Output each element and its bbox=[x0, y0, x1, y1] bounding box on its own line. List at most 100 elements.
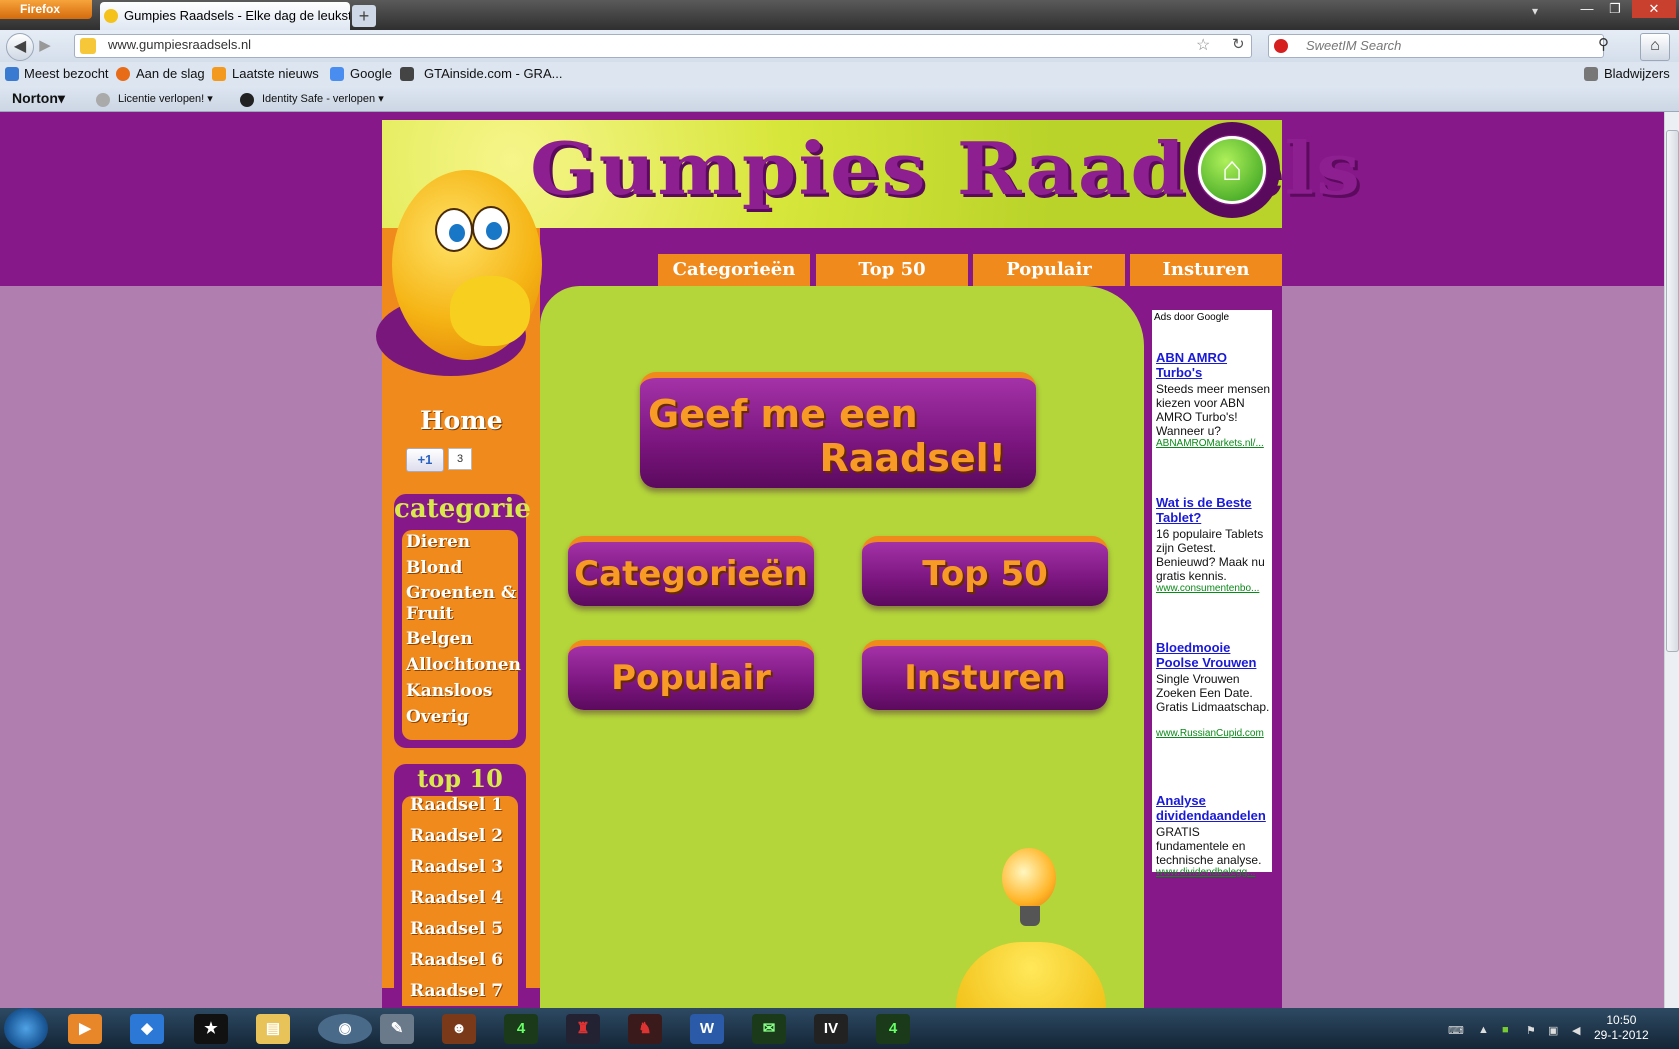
popular-button[interactable]: Populair bbox=[568, 640, 814, 710]
minimize-icon[interactable]: — bbox=[1574, 0, 1600, 18]
ad-url[interactable]: www.RussianCupid.com bbox=[1156, 728, 1274, 739]
category-link[interactable]: Groenten & Fruit bbox=[406, 583, 518, 625]
give-riddle-line1: Geef me een bbox=[648, 392, 918, 436]
keyboard-icon[interactable]: ⌨ bbox=[1448, 1024, 1464, 1037]
flag-icon[interactable]: ⚑ bbox=[1526, 1024, 1536, 1037]
bookmarks-menu[interactable]: Bladwijzers bbox=[1604, 66, 1670, 81]
category-link[interactable]: Dieren bbox=[406, 532, 470, 553]
volume-icon[interactable]: ◀ bbox=[1572, 1024, 1580, 1037]
submit-button[interactable]: Insturen bbox=[862, 640, 1108, 710]
nvidia-icon[interactable]: ■ bbox=[1502, 1024, 1509, 1036]
gta-icon[interactable]: ★ bbox=[194, 1014, 228, 1044]
close-icon[interactable]: ✕ bbox=[1632, 0, 1676, 18]
ad-url[interactable]: ABNAMROMarkets.nl/... bbox=[1156, 438, 1274, 449]
topnav-categorieen[interactable]: Categorieën bbox=[658, 254, 810, 286]
ad-title[interactable]: ABN AMRO Turbo's bbox=[1156, 350, 1274, 380]
norton-menu[interactable]: Norton▾ bbox=[12, 90, 65, 107]
category-link[interactable]: Allochtonen bbox=[406, 655, 521, 676]
taskbar-clock[interactable]: 10:50 29-1-2012 bbox=[1594, 1013, 1649, 1043]
top10-link[interactable]: Raadsel 3 bbox=[410, 857, 503, 877]
gta-icon[interactable]: 4 bbox=[876, 1014, 910, 1044]
category-link[interactable]: Belgen bbox=[406, 629, 473, 650]
bookmark-google[interactable]: Google bbox=[350, 66, 392, 81]
search-icon[interactable]: ⚲ bbox=[1598, 35, 1609, 53]
gumpie-favicon-icon bbox=[104, 9, 118, 23]
mascot-hand bbox=[450, 276, 530, 346]
ad-title[interactable]: Wat is de Beste Tablet? bbox=[1156, 495, 1274, 525]
ad-url[interactable]: www.dividendbelegg... bbox=[1156, 867, 1274, 878]
lock-icon bbox=[240, 93, 254, 107]
home-icon[interactable]: ⌂ bbox=[1640, 33, 1670, 61]
top10-link[interactable]: Raadsel 5 bbox=[410, 919, 503, 939]
categories-button[interactable]: Categorieën bbox=[568, 536, 814, 606]
topnav-top50[interactable]: Top 50 bbox=[816, 254, 968, 286]
top10-link[interactable]: Raadsel 2 bbox=[410, 826, 503, 846]
category-link[interactable]: Kansloos bbox=[406, 681, 492, 702]
home-link[interactable]: Home bbox=[420, 406, 503, 435]
search-input[interactable]: SweetIM Search bbox=[1306, 38, 1401, 53]
ad-url[interactable]: www.consumentenbo... bbox=[1156, 583, 1274, 594]
bookmark-star-icon[interactable]: ☆ bbox=[1196, 35, 1210, 55]
gtainside-icon bbox=[400, 67, 414, 81]
firefox-icon bbox=[116, 67, 130, 81]
game-icon[interactable]: ☻ bbox=[442, 1014, 476, 1044]
network-icon[interactable]: ▣ bbox=[1548, 1024, 1558, 1037]
gta-iv-icon[interactable]: IV bbox=[814, 1014, 848, 1044]
game-icon[interactable]: ♜ bbox=[566, 1014, 600, 1044]
ad-title[interactable]: Analyse dividendaandelen bbox=[1156, 793, 1274, 823]
google-plus-one-button[interactable]: +1 bbox=[406, 448, 444, 472]
word-icon[interactable]: W bbox=[690, 1014, 724, 1044]
new-tab-button[interactable]: + bbox=[352, 5, 376, 27]
norton-identity-menu[interactable]: Identity Safe - verlopen ▾ bbox=[262, 92, 384, 105]
ad-text: GRATIS fundamentele en technische analys… bbox=[1156, 825, 1262, 867]
top10-link[interactable]: Raadsel 7 bbox=[410, 981, 503, 1001]
helmet-icon[interactable]: ♞ bbox=[628, 1014, 662, 1044]
bookmark-laatste-nieuws[interactable]: Laatste nieuws bbox=[232, 66, 319, 81]
house-icon[interactable]: ⌂ bbox=[1198, 136, 1266, 204]
tab-list-icon[interactable]: ▾ bbox=[1532, 4, 1538, 18]
give-riddle-button[interactable]: Geef me een Raadsel! bbox=[640, 372, 1036, 488]
ads-by-google-label[interactable]: Ads door Google bbox=[1154, 312, 1229, 323]
topnav-populair[interactable]: Populair bbox=[973, 254, 1125, 286]
top10-link[interactable]: Raadsel 6 bbox=[410, 950, 503, 970]
media-player-icon[interactable]: ▶ bbox=[68, 1014, 102, 1044]
ad-title[interactable]: Bloedmooie Poolse Vrouwen bbox=[1156, 640, 1274, 670]
chat-icon[interactable]: ✉ bbox=[752, 1014, 786, 1044]
category-link[interactable]: Blond bbox=[406, 558, 462, 579]
dropbox-icon[interactable]: ◆ bbox=[130, 1014, 164, 1044]
tray-expand-icon[interactable]: ▲ bbox=[1478, 1024, 1489, 1036]
site-identity-icon[interactable] bbox=[80, 38, 96, 54]
gta-icon[interactable]: 4 bbox=[504, 1014, 538, 1044]
lightbulb-icon bbox=[1002, 848, 1056, 908]
norton-license-menu[interactable]: Licentie verlopen! ▾ bbox=[118, 92, 213, 105]
top50-button[interactable]: Top 50 bbox=[862, 536, 1108, 606]
firefox-menu-button[interactable]: Firefox bbox=[0, 0, 92, 19]
scrollbar-thumb[interactable] bbox=[1666, 130, 1679, 652]
bookmark-gtainside[interactable]: GTAinside.com - GRA... bbox=[424, 66, 562, 81]
reload-icon[interactable]: ↻ bbox=[1232, 35, 1245, 53]
search-engine-icon[interactable] bbox=[1274, 39, 1288, 53]
start-button-icon[interactable] bbox=[4, 1008, 48, 1049]
chevron-down-icon: ▾ bbox=[378, 93, 384, 105]
plus-one-count: 3 bbox=[448, 448, 472, 470]
topnav-insturen[interactable]: Insturen bbox=[1130, 254, 1282, 286]
top10-link[interactable]: Raadsel 1 bbox=[410, 795, 503, 815]
url-text[interactable]: www.gumpiesraadsels.nl bbox=[108, 37, 251, 52]
explorer-icon[interactable]: ▤ bbox=[256, 1014, 290, 1044]
bookmark-meest-bezocht[interactable]: Meest bezocht bbox=[24, 66, 109, 81]
ad-text: Steeds meer mensen kiezen voor ABN AMRO … bbox=[1156, 382, 1271, 438]
tab-active[interactable]: Gumpies Raadsels - Elke dag de leukste r… bbox=[100, 2, 350, 30]
category-title: categorie bbox=[394, 494, 531, 524]
give-riddle-line2: Raadsel! bbox=[819, 436, 1007, 480]
top10-link[interactable]: Raadsel 4 bbox=[410, 888, 503, 908]
ad-text: 16 populaire Tablets zijn Getest. Benieu… bbox=[1156, 527, 1265, 583]
back-arrow-icon[interactable]: ◀ bbox=[6, 33, 34, 61]
forward-arrow-icon[interactable]: ▶ bbox=[36, 36, 54, 56]
category-link[interactable]: Overig bbox=[406, 707, 469, 728]
ad-text: Single Vrouwen Zoeken Een Date. Gratis L… bbox=[1156, 672, 1270, 714]
notepad-icon[interactable]: ✎ bbox=[380, 1014, 414, 1044]
bookmark-aan-de-slag[interactable]: Aan de slag bbox=[136, 66, 205, 81]
clock-date: 29-1-2012 bbox=[1594, 1028, 1649, 1042]
firefox-icon[interactable]: ◉ bbox=[318, 1014, 372, 1044]
restore-icon[interactable]: ❐ bbox=[1602, 0, 1628, 18]
